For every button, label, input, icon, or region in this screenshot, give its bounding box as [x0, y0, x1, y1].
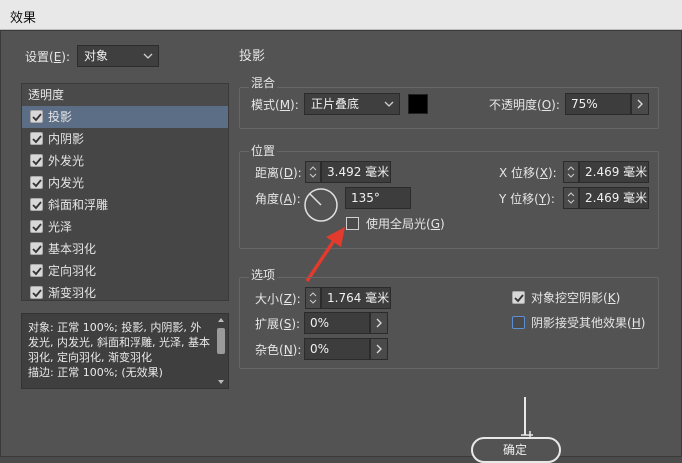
effect-item-label: 内发光 — [48, 176, 85, 190]
window-title: 效果 — [10, 11, 37, 26]
x-offset-label: X 位移(X): — [499, 166, 557, 180]
settings-label: 设置(E): — [25, 50, 71, 64]
checkmark-icon — [32, 223, 42, 232]
opacity-slider-button[interactable] — [631, 93, 649, 115]
chevron-down-icon — [143, 53, 153, 59]
x-offset-stepper[interactable] — [563, 161, 579, 183]
checkmark-icon — [32, 245, 42, 254]
chevron-right-icon — [376, 344, 382, 354]
distance-input[interactable]: 3.492 毫米 — [321, 161, 391, 183]
y-offset-label: Y 位移(Y): — [499, 192, 555, 206]
spread-slider-button[interactable] — [370, 312, 388, 334]
title-bar: 效果 — [0, 0, 682, 30]
checkmark-icon — [32, 201, 42, 210]
knockout-label: 对象挖空阴影(K) — [531, 291, 621, 305]
effect-checkbox[interactable] — [30, 264, 43, 277]
effect-item[interactable]: 渐变羽化 — [22, 282, 228, 304]
y-offset-input[interactable]: 2.469 毫米 — [579, 187, 649, 209]
ok-button[interactable]: 确定 — [471, 437, 561, 463]
settings-select[interactable]: 对象 — [77, 45, 159, 67]
size-label: 大小(Z): — [255, 292, 301, 306]
list-header: 透明度 — [22, 84, 228, 106]
effect-checkbox[interactable] — [30, 154, 43, 167]
chevron-down-icon — [384, 101, 394, 107]
effect-checkbox[interactable] — [30, 286, 43, 299]
angle-dial[interactable] — [303, 187, 339, 223]
effect-checkbox[interactable] — [30, 110, 43, 123]
effect-item[interactable]: 内阴影 — [22, 128, 228, 150]
spread-label: 扩展(S): — [255, 317, 301, 331]
panel-title: 投影 — [239, 49, 266, 64]
up-down-arrows-icon — [309, 166, 317, 178]
opacity-label: 不透明度(O): — [489, 98, 560, 112]
checkmark-icon — [32, 157, 42, 166]
honor-effects-checkbox[interactable] — [512, 316, 525, 329]
y-offset-stepper[interactable] — [563, 187, 579, 209]
chevron-right-icon — [637, 99, 643, 109]
up-down-arrows-icon — [567, 192, 575, 204]
distance-label: 距离(D): — [255, 166, 302, 180]
effect-item-label: 定向羽化 — [48, 264, 97, 278]
blend-title: 混合 — [249, 75, 278, 91]
effect-item[interactable]: 外发光 — [22, 150, 228, 172]
effect-item-label: 光泽 — [48, 220, 73, 234]
size-stepper[interactable] — [305, 287, 321, 309]
options-title: 选项 — [249, 267, 278, 283]
mode-label: 模式(M): — [251, 98, 299, 112]
global-light-label: 使用全局光(G) — [366, 217, 445, 231]
angle-input[interactable]: 135° — [345, 187, 411, 209]
opacity-input[interactable]: 75% — [565, 93, 631, 115]
effect-checkbox[interactable] — [30, 242, 43, 255]
effect-checkbox[interactable] — [30, 176, 43, 189]
cursor-icon — [521, 397, 533, 439]
noise-slider-button[interactable] — [370, 338, 388, 360]
effect-item[interactable]: 定向羽化 — [22, 260, 228, 282]
effect-item[interactable]: 光泽 — [22, 216, 228, 238]
checkmark-icon — [514, 294, 524, 303]
effect-item-label: 渐变羽化 — [48, 286, 97, 300]
summary-text: 对象: 正常 100%; 投影, 内阴影, 外发光, 内发光, 斜面和浮雕, 光… — [28, 321, 210, 379]
effect-item[interactable]: 投影 — [22, 106, 228, 128]
checkmark-icon — [32, 179, 42, 188]
effect-checkbox[interactable] — [30, 132, 43, 145]
effect-item[interactable]: 斜面和浮雕 — [22, 194, 228, 216]
checkmark-icon — [32, 289, 42, 298]
effect-item-label: 外发光 — [48, 154, 85, 168]
effects-summary: 对象: 正常 100%; 投影, 内阴影, 外发光, 内发光, 斜面和浮雕, 光… — [21, 313, 229, 389]
scrollbar[interactable] — [216, 316, 226, 386]
shadow-color-swatch[interactable] — [408, 94, 428, 114]
effect-checkbox[interactable] — [30, 198, 43, 211]
effects-dialog: 设置(E): 对象 透明度 投影内阴影外发光内发光斜面和浮雕光泽基本羽化定向羽化… — [0, 30, 682, 463]
effect-item[interactable]: 内发光 — [22, 172, 228, 194]
effect-checkbox[interactable] — [30, 220, 43, 233]
blend-mode-select[interactable]: 正片叠底 — [304, 93, 400, 115]
chevron-right-icon — [376, 318, 382, 328]
knockout-checkbox[interactable] — [512, 291, 525, 304]
angle-label: 角度(A): — [255, 192, 301, 206]
distance-stepper[interactable] — [305, 161, 321, 183]
honor-effects-label: 阴影接受其他效果(H) — [531, 316, 646, 330]
checkmark-icon — [32, 113, 42, 122]
effect-item-label: 斜面和浮雕 — [48, 198, 109, 212]
effect-item-label: 基本羽化 — [48, 242, 97, 256]
size-input[interactable]: 1.764 毫米 — [321, 287, 391, 309]
x-offset-input[interactable]: 2.469 毫米 — [579, 161, 649, 183]
checkmark-icon — [32, 267, 42, 276]
noise-input[interactable]: 0% — [304, 338, 370, 360]
checkmark-icon — [32, 135, 42, 144]
spread-input[interactable]: 0% — [304, 312, 370, 334]
up-down-arrows-icon — [567, 166, 575, 178]
position-title: 位置 — [249, 143, 278, 159]
effects-list: 透明度 投影内阴影外发光内发光斜面和浮雕光泽基本羽化定向羽化渐变羽化 — [21, 83, 229, 301]
up-down-arrows-icon — [309, 292, 317, 304]
effect-item-label: 投影 — [48, 110, 73, 124]
effect-item[interactable]: 基本羽化 — [22, 238, 228, 260]
noise-label: 杂色(N): — [255, 343, 302, 357]
effect-item-label: 内阴影 — [48, 132, 85, 146]
